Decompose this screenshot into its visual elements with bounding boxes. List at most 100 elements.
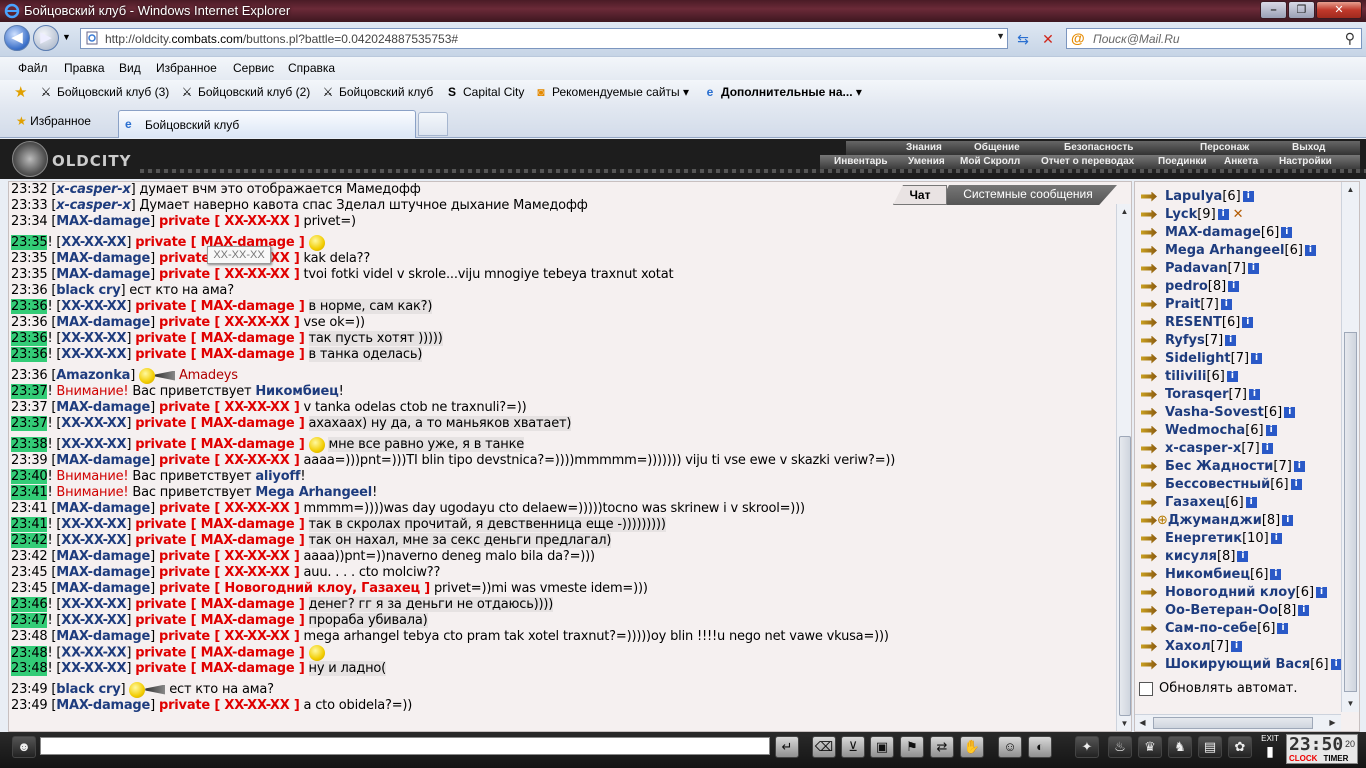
- user-list-item[interactable]: MAX-damage[6] i: [1139, 224, 1293, 242]
- user-list-item[interactable]: Sidelight[7] i: [1139, 350, 1263, 368]
- save-icon[interactable]: ▣: [870, 736, 894, 758]
- private-tag[interactable]: private [ XX-XX-XX ]: [159, 267, 300, 282]
- user-list-item[interactable]: Бессовестный[6] i: [1139, 476, 1302, 494]
- fav-item-capital-city[interactable]: S Capital City: [444, 85, 524, 99]
- private-arrow-icon[interactable]: [1139, 478, 1165, 492]
- private-tag[interactable]: private [ MAX-damage ]: [135, 661, 305, 676]
- private-arrow-icon[interactable]: [1139, 496, 1165, 510]
- private-arrow-icon[interactable]: [1139, 622, 1165, 636]
- tab-chat[interactable]: Чат: [893, 185, 947, 205]
- chat-mode-icon[interactable]: ☻: [12, 736, 36, 758]
- user-name[interactable]: Хахол: [1165, 639, 1211, 654]
- smiley-icon[interactable]: ☺: [998, 736, 1022, 758]
- clan-icon[interactable]: ♛: [1138, 736, 1162, 758]
- user-list-item[interactable]: Никомбиец[6] i: [1139, 566, 1282, 584]
- timestamp[interactable]: 23:49: [11, 698, 48, 713]
- fav-item-recommended[interactable]: ◙ Рекомендуемые сайты ▾: [533, 85, 689, 99]
- user-name[interactable]: Газахец: [1165, 495, 1225, 510]
- info-icon[interactable]: i: [1304, 245, 1316, 256]
- tab-system-messages[interactable]: Системные сообщения: [939, 185, 1117, 205]
- user-nick[interactable]: MAX-damage: [56, 549, 150, 564]
- timestamp[interactable]: 23:38: [11, 437, 48, 452]
- user-list-item[interactable]: кисуля[8] i: [1139, 548, 1249, 566]
- nav-my-scroll[interactable]: Мой Скролл: [960, 156, 1020, 167]
- info-icon[interactable]: i: [1270, 533, 1282, 544]
- auto-update-checkbox[interactable]: [1139, 681, 1153, 696]
- user-list-item[interactable]: Wedmocha[6] i: [1139, 422, 1277, 440]
- timestamp[interactable]: 23:45: [11, 565, 48, 580]
- private-tag[interactable]: private [ MAX-damage ]: [135, 416, 305, 431]
- info-icon[interactable]: i: [1330, 659, 1342, 670]
- private-arrow-icon[interactable]: [1139, 532, 1165, 546]
- user-list-item[interactable]: ⊕Джуманджи[8] i: [1139, 512, 1294, 530]
- timestamp[interactable]: 23:35: [11, 251, 48, 266]
- user-nick[interactable]: XX-XX-XX: [61, 597, 126, 612]
- private-arrow-icon[interactable]: [1139, 334, 1165, 348]
- refresh-icon[interactable]: ⇆: [1013, 29, 1033, 49]
- user-nick[interactable]: XX-XX-XX: [61, 235, 126, 250]
- info-icon[interactable]: i: [1284, 407, 1296, 418]
- url-dropdown-icon[interactable]: ▼: [996, 31, 1005, 41]
- timestamp[interactable]: 23:36: [11, 347, 48, 362]
- private-tag[interactable]: private [ XX-XX-XX ]: [159, 453, 300, 468]
- nav-inventory[interactable]: Инвентарь: [834, 156, 888, 167]
- user-name[interactable]: Padavan: [1165, 261, 1228, 276]
- user-nick[interactable]: black cry: [56, 682, 120, 697]
- private-arrow-icon[interactable]: [1139, 640, 1165, 654]
- private-arrow-icon[interactable]: [1139, 460, 1165, 474]
- timestamp[interactable]: 23:35: [11, 267, 48, 282]
- user-list-item[interactable]: Шокирующий Вася[6] i: [1139, 656, 1342, 674]
- private-tag[interactable]: private [ MAX-damage ]: [135, 437, 305, 452]
- user-name[interactable]: Lapulya: [1165, 189, 1222, 204]
- private-tag[interactable]: private [ XX-XX-XX ]: [159, 501, 300, 516]
- private-arrow-icon[interactable]: [1139, 316, 1165, 330]
- add-favorite-star-icon[interactable]: ★: [14, 83, 27, 101]
- user-list-item[interactable]: Новогодний клоу[6] i: [1139, 584, 1328, 602]
- info-icon[interactable]: i: [1226, 371, 1238, 382]
- user-nick[interactable]: XX-XX-XX: [61, 299, 126, 314]
- timestamp[interactable]: 23:41: [11, 517, 48, 532]
- private-tag[interactable]: private [ MAX-damage ]: [135, 347, 305, 362]
- user-name[interactable]: Никомбиец: [1165, 567, 1250, 582]
- timestamp[interactable]: 23:47: [11, 613, 48, 628]
- chat-input[interactable]: [40, 737, 770, 755]
- user-list-item[interactable]: Lapulya[6] i: [1139, 188, 1254, 206]
- timestamp[interactable]: 23:37: [11, 400, 48, 415]
- scroll-up-icon[interactable]: ▲: [1117, 204, 1131, 220]
- menu-favorites[interactable]: Избранное: [156, 61, 217, 75]
- fav-item-1[interactable]: ⚔ Бойцовский клуб (3): [38, 85, 170, 99]
- helmet-icon[interactable]: ◐: [1028, 736, 1052, 758]
- user-name[interactable]: tilivili: [1165, 369, 1206, 384]
- nav-transfers[interactable]: Отчет о переводах: [1041, 156, 1134, 167]
- private-arrow-icon[interactable]: [1139, 586, 1165, 600]
- user-nick[interactable]: MAX-damage: [56, 400, 150, 415]
- info-icon[interactable]: i: [1316, 587, 1328, 598]
- timestamp[interactable]: 23:49: [11, 682, 48, 697]
- timestamp[interactable]: 23:36: [11, 368, 48, 383]
- private-arrow-icon[interactable]: [1139, 262, 1165, 276]
- user-nick[interactable]: XX-XX-XX: [61, 613, 126, 628]
- fighter-icon[interactable]: ⚑: [900, 736, 924, 758]
- private-arrow-icon[interactable]: [1139, 424, 1165, 438]
- user-name[interactable]: Сам-по-себе: [1165, 621, 1257, 636]
- timestamp[interactable]: 23:46: [11, 597, 48, 612]
- user-list-item[interactable]: Газахец[6] i: [1139, 494, 1257, 512]
- private-arrow-icon[interactable]: [1139, 352, 1165, 366]
- nav-fights[interactable]: Поединки: [1158, 156, 1207, 167]
- potion-icon[interactable]: ♨: [1108, 736, 1132, 758]
- private-tag[interactable]: private [ MAX-damage ]: [135, 646, 305, 661]
- info-icon[interactable]: i: [1245, 497, 1257, 508]
- character-icon[interactable]: ♞: [1168, 736, 1192, 758]
- timestamp[interactable]: 23:42: [11, 533, 48, 548]
- private-arrow-icon[interactable]: [1139, 658, 1165, 672]
- timestamp[interactable]: 23:32: [11, 182, 48, 197]
- user-nick[interactable]: XX-XX-XX: [61, 533, 126, 548]
- user-nick[interactable]: XX-XX-XX: [61, 517, 126, 532]
- user-list-item[interactable]: Ryfys[7] i: [1139, 332, 1237, 350]
- user-nick[interactable]: Mega Arhangeel: [255, 485, 372, 500]
- user-list-item[interactable]: Prait[7] i: [1139, 296, 1232, 314]
- timestamp[interactable]: 23:48: [11, 661, 48, 676]
- fav-item-more[interactable]: e Дополнительные на... ▾: [702, 85, 862, 99]
- user-name[interactable]: кисуля: [1165, 549, 1217, 564]
- nav-profile[interactable]: Анкета: [1224, 156, 1258, 167]
